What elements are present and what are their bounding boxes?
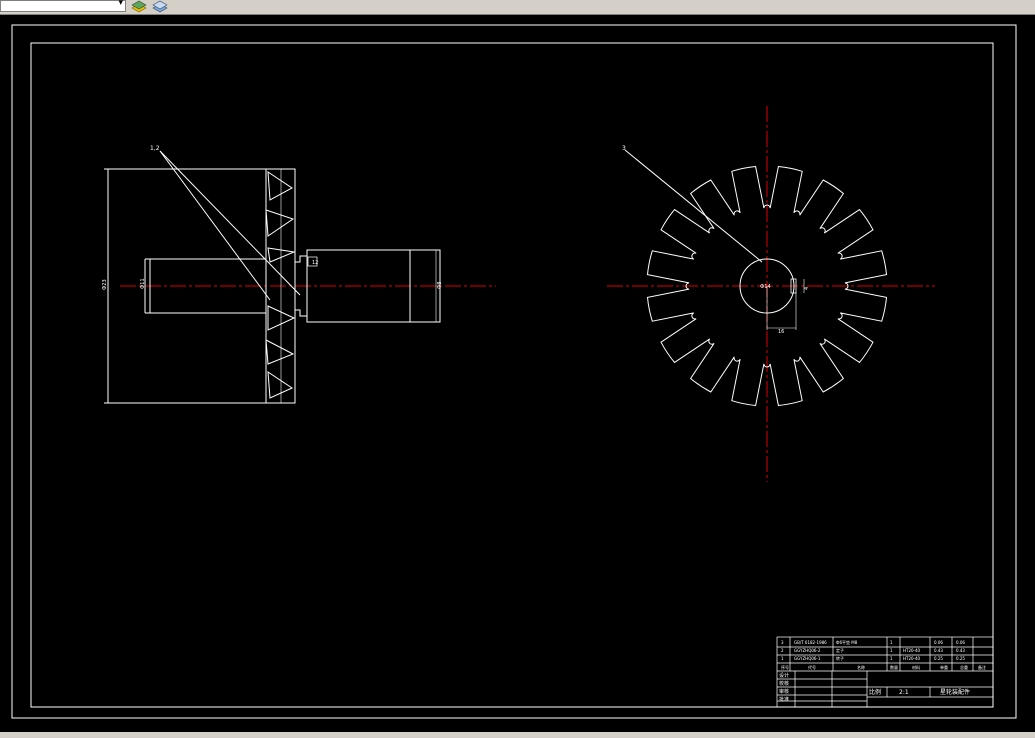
label-1-2: 1,2 bbox=[150, 145, 160, 152]
parts-cell-total: 0.06 bbox=[956, 640, 965, 645]
parts-cell-name: 转子 bbox=[836, 655, 844, 661]
side-view bbox=[607, 106, 935, 482]
sheet-border bbox=[11, 24, 1017, 719]
parts-cell-total: 0.43 bbox=[956, 648, 965, 653]
dim-hub: Ф14 bbox=[760, 284, 771, 290]
parts-header-no: 序号 bbox=[781, 664, 789, 670]
parts-header-code: 代号 bbox=[808, 664, 816, 670]
parts-cell-unit: 0.25 bbox=[934, 656, 943, 661]
front-view bbox=[104, 150, 496, 404]
dim-shaft-right: Ф8 bbox=[437, 282, 443, 290]
parts-cell-code: GGYZHQ06-2 bbox=[794, 648, 821, 653]
layer-states-icon[interactable] bbox=[130, 0, 148, 13]
dim-outer-height: Ф23 bbox=[102, 279, 108, 290]
parts-cell-qty: 1 bbox=[890, 640, 893, 645]
parts-header-qty: 数量 bbox=[890, 664, 898, 670]
parts-cell-unit: 0.43 bbox=[934, 648, 943, 653]
layer-properties-icon[interactable] bbox=[151, 0, 169, 13]
scale-value: 2:1 bbox=[899, 689, 909, 696]
cad-toolbar: ▾ bbox=[0, 0, 1035, 15]
role-1: 校核 bbox=[779, 680, 789, 687]
dim-keyway-depth: 16 bbox=[778, 329, 784, 335]
parts-header-material: 材料 bbox=[912, 664, 920, 670]
parts-cell-qty: 1 bbox=[890, 648, 893, 653]
parts-cell-material: HT20-40 bbox=[903, 648, 921, 653]
parts-cell-code: GB/T 6182-1986 bbox=[794, 640, 827, 645]
parts-cell-code: GGYZHQ06-1 bbox=[794, 656, 821, 661]
drawing-title: 星轮装配件 bbox=[940, 688, 970, 696]
role-3: 批准 bbox=[779, 696, 789, 703]
role-0: 设计 bbox=[779, 672, 789, 679]
layer-dropdown[interactable]: ▾ bbox=[0, 0, 126, 12]
role-2: 审核 bbox=[779, 688, 789, 695]
label-12: 12 bbox=[312, 260, 318, 266]
parts-cell-name: 定子 bbox=[836, 647, 844, 653]
dim-bore-left: Ф11 bbox=[140, 278, 146, 289]
parts-header-name: 名称 bbox=[857, 664, 865, 670]
parts-cell-qty: 1 bbox=[890, 656, 893, 661]
status-strip bbox=[0, 732, 1035, 738]
drawing-frame bbox=[30, 42, 994, 708]
parts-cell-material: HT20-40 bbox=[903, 656, 921, 661]
parts-header-total: 总重 bbox=[960, 664, 968, 670]
parts-cell-total: 0.25 bbox=[956, 656, 965, 661]
parts-header-note: 备注 bbox=[978, 664, 986, 670]
parts-cell-no: 2 bbox=[781, 648, 784, 653]
parts-cell-no: 1 bbox=[781, 656, 784, 661]
parts-cell-unit: 0.06 bbox=[934, 640, 943, 645]
parts-header-unit: 单重 bbox=[940, 664, 948, 670]
parts-cell-name: Ф6平垫 M8 bbox=[836, 639, 858, 645]
parts-cell-no: 3 bbox=[781, 640, 784, 645]
label-3: 3 bbox=[622, 145, 626, 152]
drawing-canvas[interactable]: 1,2 12 Ф23 Ф11 Ф8 3 Ф14 4 16 3 GB/T 6182… bbox=[0, 15, 1035, 738]
chevron-down-icon[interactable]: ▾ bbox=[118, 0, 123, 8]
dim-keyway-width: 4 bbox=[804, 287, 810, 290]
scale-label: 比例 bbox=[869, 688, 881, 696]
